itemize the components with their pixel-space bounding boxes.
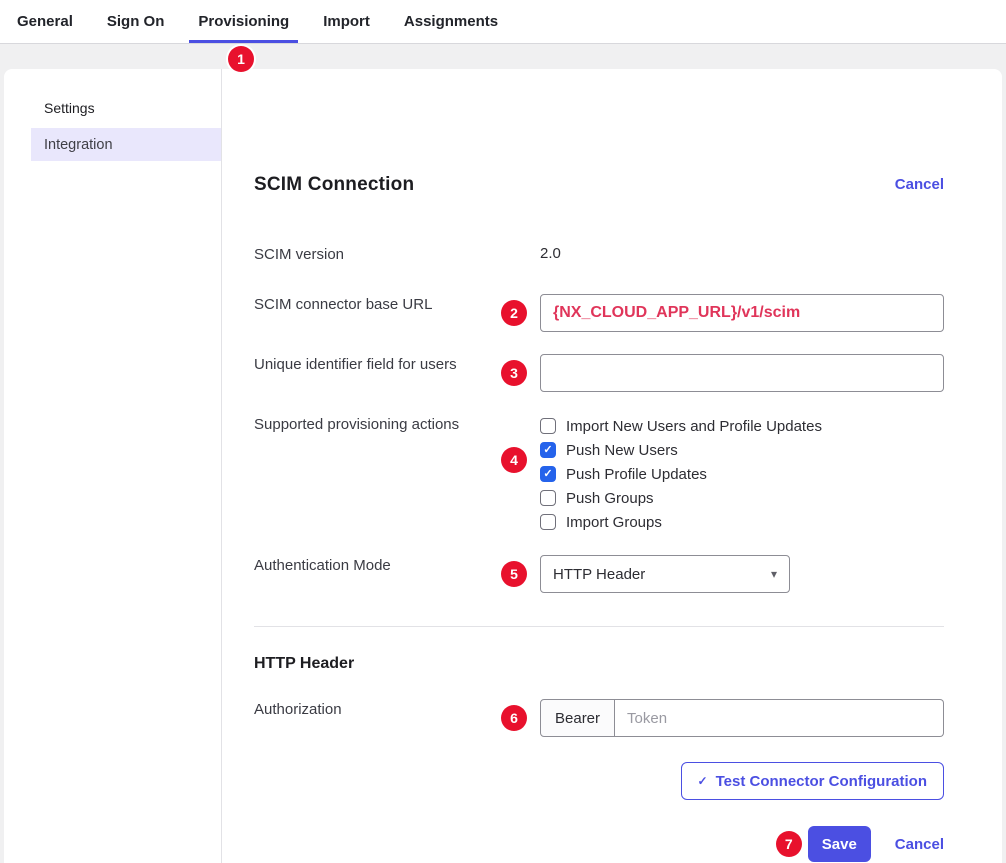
authorization-label: Authorization [254, 699, 540, 737]
tab-provisioning[interactable]: Provisioning [189, 0, 298, 43]
authorization-field-group: Bearer [540, 699, 944, 737]
cancel-link-top[interactable]: Cancel [895, 176, 944, 193]
form-row-authentication-mode: Authentication Mode 5 HTTP Header ▾ [254, 555, 944, 593]
http-header-section-title: HTTP Header [254, 655, 944, 673]
checkbox-label: Push Groups [566, 490, 654, 507]
tab-assignments[interactable]: Assignments [395, 0, 507, 43]
checkbox-label: Push New Users [566, 442, 678, 459]
test-connector-row: ✓ Test Connector Configuration [254, 762, 944, 800]
checkbox-row-import-new-users[interactable]: ✓ Import New Users and Profile Updates [540, 414, 944, 438]
app-tabbar: General Sign On Provisioning Import Assi… [0, 0, 1006, 44]
bearer-prefix: Bearer [540, 699, 615, 737]
authentication-mode-label: Authentication Mode [254, 555, 540, 593]
unique-identifier-input[interactable] [540, 354, 944, 392]
form-row-unique-identifier: Unique identifier field for users 3 [254, 354, 944, 392]
tab-import[interactable]: Import [314, 0, 379, 43]
token-input[interactable] [615, 699, 944, 737]
checkbox-import-new-users[interactable]: ✓ [540, 418, 556, 434]
provisioning-actions-label: Supported provisioning actions [254, 414, 540, 534]
checkbox-row-import-groups[interactable]: ✓ Import Groups [540, 510, 944, 534]
check-icon: ✓ [543, 445, 552, 456]
checkbox-row-push-profile-updates[interactable]: ✓ Push Profile Updates [540, 462, 944, 486]
checkbox-row-push-groups[interactable]: ✓ Push Groups [540, 486, 944, 510]
checkbox-import-groups[interactable]: ✓ [540, 514, 556, 530]
checkbox-label: Import Groups [566, 514, 662, 531]
scim-connection-panel: SCIM Connection Cancel SCIM version 2.0 … [222, 69, 1002, 863]
base-url-label: SCIM connector base URL [254, 294, 540, 332]
checkbox-label: Push Profile Updates [566, 466, 707, 483]
test-connector-button[interactable]: ✓ Test Connector Configuration [681, 762, 944, 800]
authentication-mode-select[interactable]: HTTP Header ▾ [540, 555, 790, 593]
sidebar-header-settings: Settings [44, 100, 221, 116]
step-badge-1: 1 [228, 46, 254, 72]
save-row: 7 Save Cancel [254, 826, 944, 862]
save-button[interactable]: Save [808, 826, 871, 862]
form-row-provisioning-actions: Supported provisioning actions 4 ✓ Impor… [254, 414, 944, 534]
section-divider [254, 626, 944, 627]
page-title: SCIM Connection [254, 174, 414, 196]
scim-version-value: 2.0 [540, 244, 944, 265]
form-row-scim-version: SCIM version 2.0 [254, 244, 944, 265]
checkbox-push-groups[interactable]: ✓ [540, 490, 556, 506]
check-icon: ✓ [543, 469, 552, 480]
chevron-down-icon: ▾ [771, 567, 777, 581]
checkbox-label: Import New Users and Profile Updates [566, 418, 822, 435]
checkbox-row-push-new-users[interactable]: ✓ Push New Users [540, 438, 944, 462]
form-row-base-url: SCIM connector base URL 2 [254, 294, 944, 332]
provisioning-card: Settings Integration SCIM Connection Can… [4, 69, 1002, 863]
check-icon: ✓ [698, 774, 708, 788]
checkbox-push-new-users[interactable]: ✓ [540, 442, 556, 458]
provisioning-actions-list: ✓ Import New Users and Profile Updates ✓… [540, 414, 944, 534]
scim-version-label: SCIM version [254, 244, 540, 265]
test-connector-button-label: Test Connector Configuration [716, 773, 927, 790]
cancel-link-bottom[interactable]: Cancel [895, 836, 944, 853]
scim-title-row: SCIM Connection Cancel [254, 161, 944, 208]
sidebar-item-integration[interactable]: Integration [31, 128, 221, 161]
tab-general[interactable]: General [8, 0, 82, 43]
form-row-authorization: Authorization 6 Bearer [254, 699, 944, 737]
checkbox-push-profile-updates[interactable]: ✓ [540, 466, 556, 482]
tab-sign-on[interactable]: Sign On [98, 0, 174, 43]
unique-identifier-label: Unique identifier field for users [254, 354, 540, 392]
step-badge-7: 7 [776, 831, 802, 857]
base-url-input[interactable] [540, 294, 944, 332]
settings-sidebar: Settings Integration [4, 69, 222, 863]
authentication-mode-value: HTTP Header [553, 566, 645, 583]
